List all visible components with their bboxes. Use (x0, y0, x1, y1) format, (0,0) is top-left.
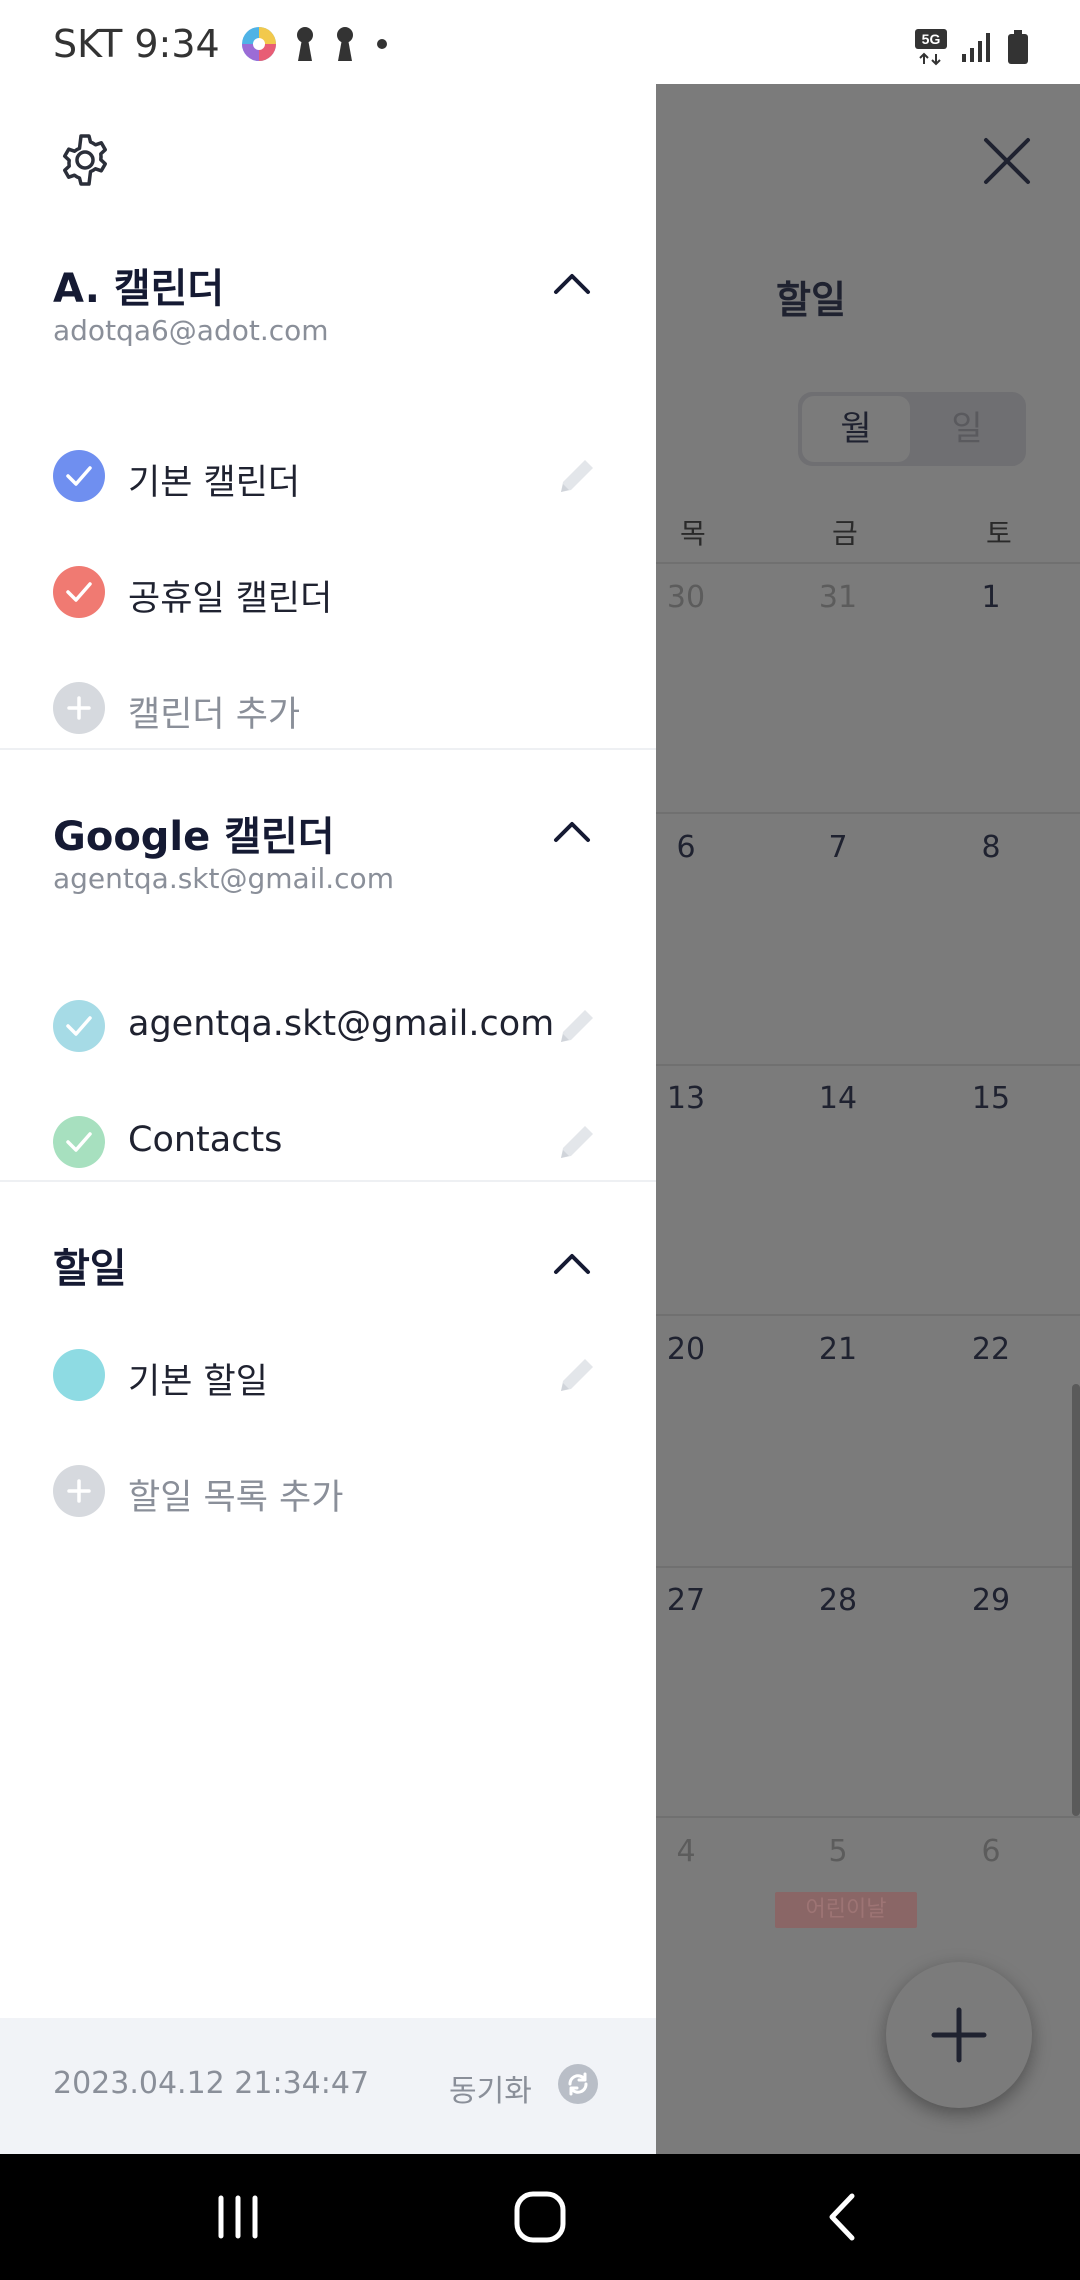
signal-icon (962, 33, 990, 62)
calendar-item-gmail[interactable]: agentqa.skt@gmail.com (0, 976, 656, 1076)
section-account-email: agentqa.skt@gmail.com (53, 862, 394, 895)
day-cell[interactable]: 7 (808, 830, 868, 865)
day-cell[interactable]: 13 (656, 1081, 716, 1116)
plus-icon (931, 2007, 987, 2063)
view-toggle-month[interactable]: 월 (802, 396, 910, 462)
close-icon[interactable] (980, 134, 1034, 188)
recent-apps-icon[interactable] (205, 2184, 271, 2250)
calendar-item-label: Contacts (128, 1120, 283, 1160)
check-icon (66, 1132, 92, 1152)
day-cell[interactable]: 15 (961, 1081, 1021, 1116)
day-cell[interactable]: 4 (656, 1834, 716, 1869)
keyhole-icon (296, 27, 313, 61)
scrollbar[interactable] (1072, 1384, 1080, 1816)
check-icon (66, 466, 92, 486)
chevron-up-icon[interactable] (548, 1240, 596, 1288)
dot-icon (376, 39, 387, 49)
grid-line (656, 1314, 1080, 1316)
gear-icon[interactable] (57, 132, 113, 188)
weekday-label: 금 (832, 517, 858, 550)
day-cell[interactable]: 30 (656, 580, 716, 615)
keyhole-icon (336, 27, 353, 61)
add-circle-icon (53, 1465, 105, 1517)
check-icon (66, 1016, 92, 1036)
calendar-item-label: 기본 캘린더 (128, 463, 301, 503)
day-cell[interactable]: 14 (808, 1081, 868, 1116)
background-calendar-scrim[interactable]: 할일 월 일 목 금 토 30 31 1 6 7 8 13 14 15 20 2… (656, 84, 1080, 2154)
home-icon[interactable] (507, 2184, 573, 2250)
pencil-icon[interactable] (555, 1004, 599, 1048)
pencil-icon[interactable] (555, 1353, 599, 1397)
carrier-time: SKT 9:34 (53, 22, 220, 66)
calendar-item-default[interactable]: 기본 캘린더 (0, 426, 656, 526)
section-divider (0, 1180, 656, 1182)
system-nav-bar (0, 2154, 1080, 2280)
weekday-header: 목 금 토 (656, 512, 1080, 552)
todo-list-label: 기본 할일 (128, 1362, 268, 1402)
battery-icon (1008, 30, 1028, 64)
chevron-up-icon[interactable] (548, 808, 596, 856)
add-circle-icon (53, 682, 105, 734)
grid-line (656, 1816, 1080, 1818)
day-cell[interactable]: 6 (961, 1834, 1021, 1869)
back-icon[interactable] (810, 2184, 876, 2250)
day-cell[interactable]: 21 (808, 1332, 868, 1367)
check-icon (66, 582, 92, 602)
grid-line (656, 1566, 1080, 1568)
calendar-checkbox[interactable] (53, 1116, 105, 1168)
calendar-item-label: 공휴일 캘린더 (128, 579, 333, 619)
plus-icon (67, 1479, 91, 1503)
calendar-checkbox[interactable] (53, 450, 105, 502)
chevron-up-icon[interactable] (548, 260, 596, 308)
view-toggle-day[interactable]: 일 (912, 396, 1022, 462)
pencil-icon[interactable] (555, 454, 599, 498)
section-title-google-calendar: Google 캘린더 (53, 814, 335, 860)
holiday-event[interactable]: 어린이날 (775, 1892, 917, 1928)
calendar-drawer: A. 캘린더 adotqa6@adot.com 기본 캘린더 공휴일 캘린더 캘… (0, 84, 656, 2154)
day-cell[interactable]: 5 (808, 1834, 868, 1869)
plus-icon (67, 696, 91, 720)
grid-line (656, 1064, 1080, 1066)
day-cell[interactable]: 8 (961, 830, 1021, 865)
calendar-checkbox[interactable] (53, 566, 105, 618)
color-wheel-icon (241, 27, 276, 61)
svg-text:5G: 5G (922, 31, 941, 47)
section-title-todo: 할일 (53, 1246, 127, 1292)
last-sync-time: 2023.04.12 21:34:47 (53, 2066, 370, 2101)
day-cell[interactable]: 27 (656, 1583, 716, 1618)
todo-list-default[interactable]: 기본 할일 (0, 1325, 656, 1425)
calendar-item-contacts[interactable]: Contacts (0, 1092, 656, 1192)
sync-button-label[interactable]: 동기화 (449, 2066, 532, 2110)
day-cell[interactable]: 6 (656, 830, 716, 865)
status-bar: SKT 9:34 5G (0, 0, 1080, 84)
day-cell[interactable]: 20 (656, 1332, 716, 1367)
section-divider (0, 748, 656, 750)
day-cell[interactable]: 22 (961, 1332, 1021, 1367)
section-account-email: adotqa6@adot.com (53, 314, 329, 347)
sync-icon[interactable] (558, 2064, 598, 2104)
day-cell[interactable]: 31 (808, 580, 868, 615)
5g-icon: 5G (915, 29, 947, 66)
sync-footer: 2023.04.12 21:34:47 동기화 (0, 2018, 656, 2154)
day-cell[interactable]: 1 (961, 580, 1021, 615)
grid-line (656, 562, 1080, 564)
calendar-title: 할일 (776, 278, 846, 322)
section-title-a-calendar: A. 캘린더 (53, 266, 225, 312)
view-toggle[interactable]: 월 일 (798, 392, 1026, 466)
add-event-button[interactable] (886, 1962, 1032, 2108)
add-todo-list-button[interactable]: 할일 목록 추가 (0, 1441, 656, 1541)
day-cell[interactable]: 29 (961, 1583, 1021, 1618)
add-calendar-button[interactable]: 캘린더 추가 (0, 658, 656, 758)
calendar-item-holidays[interactable]: 공휴일 캘린더 (0, 542, 656, 642)
todo-list-color-dot[interactable] (53, 1349, 105, 1401)
add-todo-list-label: 할일 목록 추가 (128, 1478, 344, 1518)
calendar-checkbox[interactable] (53, 1000, 105, 1052)
weekday-label: 토 (986, 517, 1012, 550)
pencil-icon[interactable] (555, 1120, 599, 1164)
weekday-label: 목 (680, 517, 706, 550)
grid-line (656, 812, 1080, 814)
day-cell[interactable]: 28 (808, 1583, 868, 1618)
calendar-item-label: agentqa.skt@gmail.com (128, 1004, 555, 1044)
add-calendar-label: 캘린더 추가 (128, 695, 301, 735)
